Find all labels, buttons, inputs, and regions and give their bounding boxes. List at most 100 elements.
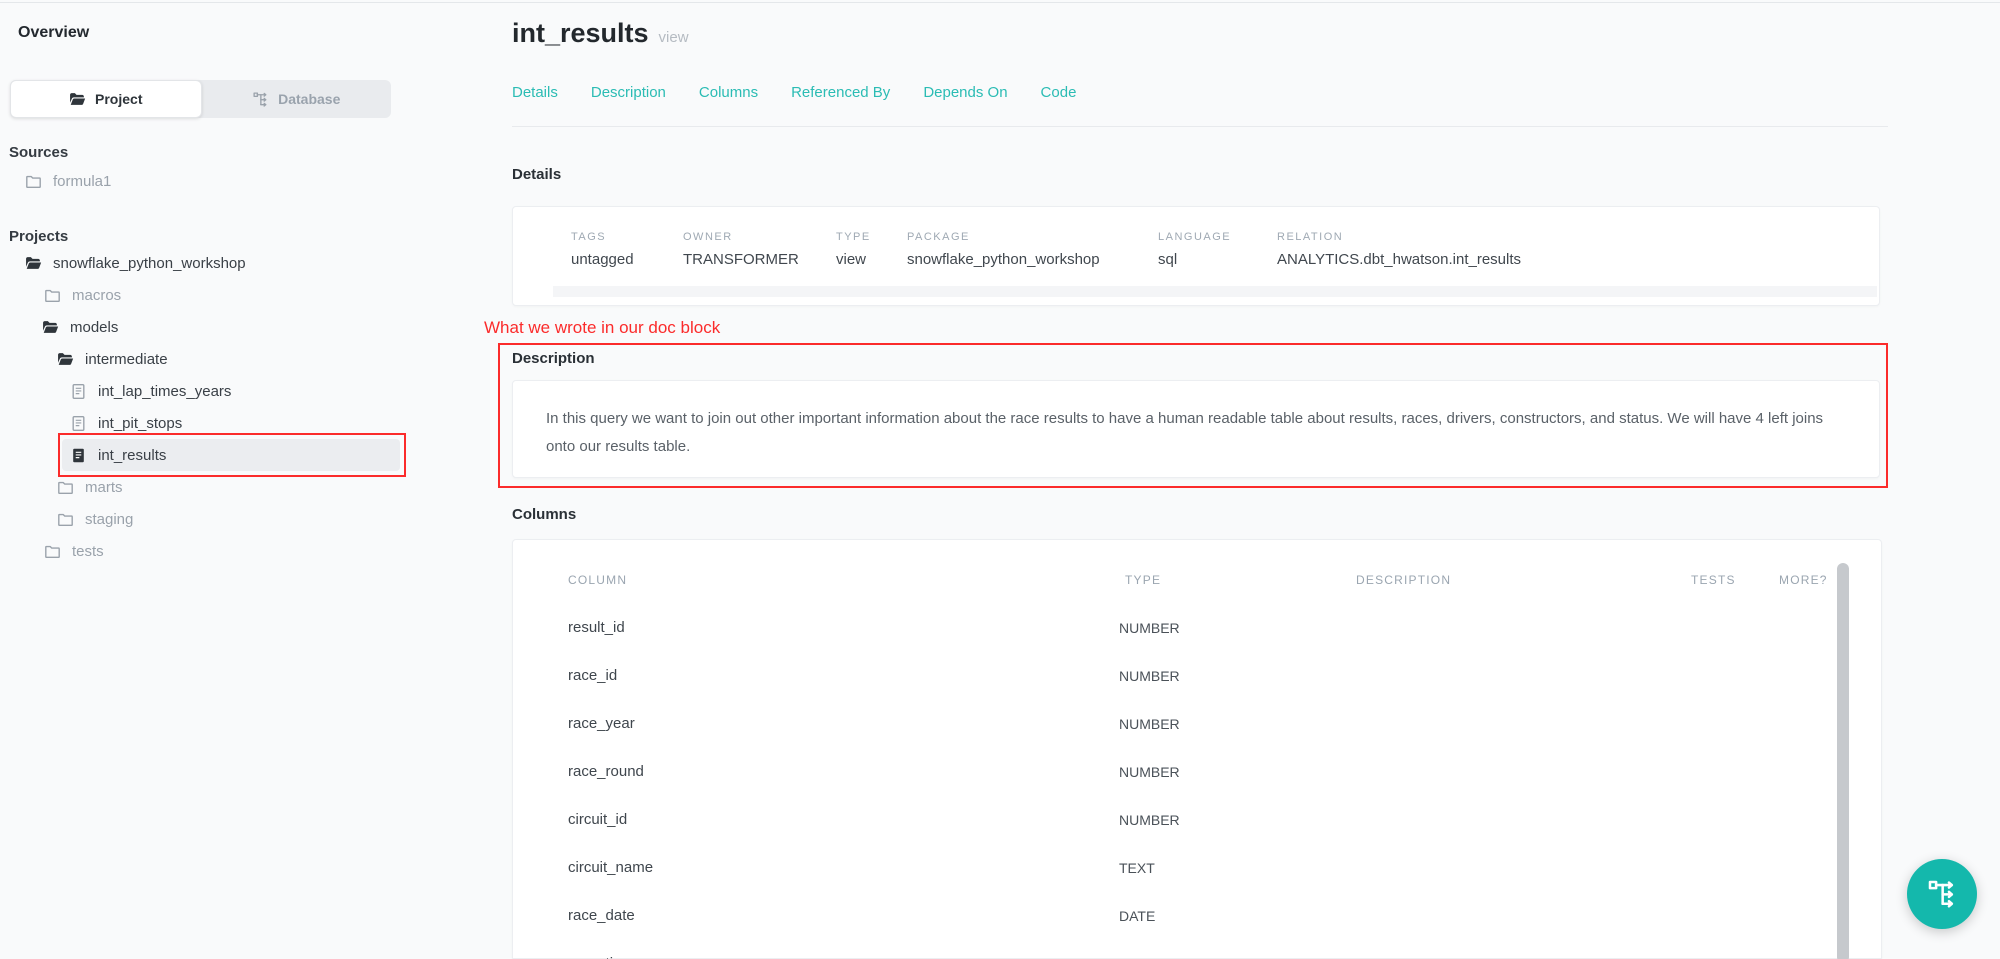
- detail-label: OWNER: [683, 231, 733, 243]
- tab-referenced-by[interactable]: Referenced By: [791, 84, 890, 101]
- tree-item-label: macros: [72, 287, 121, 304]
- sidebar-item-snowflake-python-workshop[interactable]: snowflake_python_workshop: [0, 247, 412, 279]
- lineage-graph-button[interactable]: [1907, 859, 1977, 929]
- folder-icon: [44, 287, 61, 304]
- database-tab[interactable]: Database: [202, 80, 392, 118]
- sidebar: Overview Project Database Sources formul…: [0, 0, 460, 959]
- column-type: NUMBER: [1119, 716, 1180, 732]
- details-card: TAGS untagged OWNER TRANSFORMER TYPE vie…: [512, 206, 1880, 306]
- column-name: circuit_id: [568, 811, 627, 828]
- tree-item-label: int_results: [98, 447, 166, 464]
- column-name: race_year: [568, 715, 635, 732]
- section-nav: Details Description Columns Referenced B…: [512, 84, 1076, 101]
- description-body: In this query we want to join out other …: [546, 405, 1846, 461]
- view-toggle: Project Database: [10, 80, 391, 118]
- sources-heading: Sources: [9, 144, 68, 161]
- table-row-circuit-name[interactable]: circuit_name TEXT: [513, 844, 1881, 892]
- file-icon: [70, 383, 87, 400]
- file-filled-icon: [70, 447, 87, 464]
- column-type: DATE: [1119, 908, 1155, 924]
- tab-code[interactable]: Code: [1041, 84, 1077, 101]
- sidebar-item-int-lap-times-years[interactable]: int_lap_times_years: [0, 375, 412, 407]
- column-type: TEXT: [1119, 860, 1155, 876]
- sidebar-item-macros[interactable]: macros: [0, 279, 412, 311]
- folder-open-icon: [25, 255, 42, 272]
- folder-icon: [57, 511, 74, 528]
- tree-item-label: marts: [85, 479, 123, 496]
- detail-value: TRANSFORMER: [683, 251, 799, 268]
- sidebar-item-marts[interactable]: marts: [0, 471, 412, 503]
- table-row-race-year[interactable]: race_year NUMBER: [513, 700, 1881, 748]
- sidebar-item-staging[interactable]: staging: [0, 503, 412, 535]
- detail-value: untagged: [571, 251, 634, 268]
- column-type: NUMBER: [1119, 620, 1180, 636]
- table-row-race-round[interactable]: race_round NUMBER: [513, 748, 1881, 796]
- column-type: NUMBER: [1119, 668, 1180, 684]
- tree-item-label: models: [70, 319, 118, 336]
- tab-description[interactable]: Description: [591, 84, 666, 101]
- columns-section-title: Columns: [512, 506, 576, 523]
- sidebar-item-int-results[interactable]: int_results: [62, 439, 400, 471]
- header-divider: [512, 126, 1888, 127]
- column-name: race_date: [568, 907, 635, 924]
- column-name: result_id: [568, 619, 625, 636]
- sidebar-item-intermediate[interactable]: intermediate: [0, 343, 412, 375]
- detail-label: TAGS: [571, 231, 606, 243]
- column-header-tests: TESTS: [1691, 573, 1736, 587]
- column-name: race_time: [568, 955, 634, 959]
- tree-item-label: staging: [85, 511, 133, 528]
- columns-card: COLUMN TYPE DESCRIPTION TESTS MORE? resu…: [512, 539, 1882, 959]
- details-footer-strip: [553, 286, 1877, 297]
- sources-tree: formula1: [0, 165, 412, 197]
- detail-label: TYPE: [836, 231, 871, 243]
- tree-item-label: snowflake_python_workshop: [53, 255, 246, 272]
- tree-item-label: int_lap_times_years: [98, 383, 231, 400]
- description-card: In this query we want to join out other …: [512, 380, 1880, 478]
- database-tab-label: Database: [278, 91, 340, 107]
- table-row-circuit-id[interactable]: circuit_id NUMBER: [513, 796, 1881, 844]
- folder-icon: [25, 173, 42, 190]
- tab-columns[interactable]: Columns: [699, 84, 758, 101]
- column-header-type: TYPE: [1125, 573, 1161, 587]
- table-row-race-id[interactable]: race_id NUMBER: [513, 652, 1881, 700]
- detail-value: ANALYTICS.dbt_hwatson.int_results: [1277, 251, 1521, 268]
- folder-open-icon: [42, 319, 59, 336]
- project-tab-label: Project: [95, 91, 142, 107]
- database-tree-icon: [252, 91, 269, 108]
- table-row-race-date[interactable]: race_date DATE: [513, 892, 1881, 940]
- column-header-column: COLUMN: [568, 573, 627, 587]
- page-title: int_results view: [512, 18, 689, 49]
- sidebar-item-models[interactable]: models: [0, 311, 412, 343]
- overview-heading: Overview: [18, 24, 89, 42]
- sidebar-item-tests[interactable]: tests: [0, 535, 412, 567]
- detail-value: view: [836, 251, 866, 268]
- model-type-label: view: [659, 29, 689, 46]
- project-tab[interactable]: Project: [10, 80, 202, 118]
- columns-table-body: result_id NUMBER race_id NUMBER race_yea…: [513, 604, 1881, 959]
- sidebar-item-formula1[interactable]: formula1: [0, 165, 412, 197]
- tree-item-label: intermediate: [85, 351, 168, 368]
- folder-open-icon: [57, 351, 74, 368]
- detail-label: RELATION: [1277, 231, 1343, 243]
- description-section-title: Description: [512, 350, 595, 367]
- details-section-title: Details: [512, 166, 561, 183]
- table-row-race-time[interactable]: race_time TIME: [513, 940, 1881, 959]
- model-name: int_results: [512, 18, 649, 48]
- column-name: race_round: [568, 763, 644, 780]
- tab-details[interactable]: Details: [512, 84, 558, 101]
- dbt-docs-page: Overview Project Database Sources formul…: [0, 0, 2000, 959]
- tab-depends-on[interactable]: Depends On: [923, 84, 1007, 101]
- tree-item-label: tests: [72, 543, 104, 560]
- folder-icon: [57, 479, 74, 496]
- column-type: NUMBER: [1119, 812, 1180, 828]
- column-type: NUMBER: [1119, 764, 1180, 780]
- table-scrollbar[interactable]: [1837, 563, 1849, 959]
- annotation-text: What we wrote in our doc block: [484, 318, 720, 338]
- file-icon: [70, 415, 87, 432]
- column-name: race_id: [568, 667, 617, 684]
- detail-value: sql: [1158, 251, 1177, 268]
- sidebar-item-int-pit-stops[interactable]: int_pit_stops: [0, 407, 412, 439]
- projects-tree: snowflake_python_workshop macros models …: [0, 247, 412, 567]
- table-row-result-id[interactable]: result_id NUMBER: [513, 604, 1881, 652]
- lineage-icon: [1926, 878, 1958, 910]
